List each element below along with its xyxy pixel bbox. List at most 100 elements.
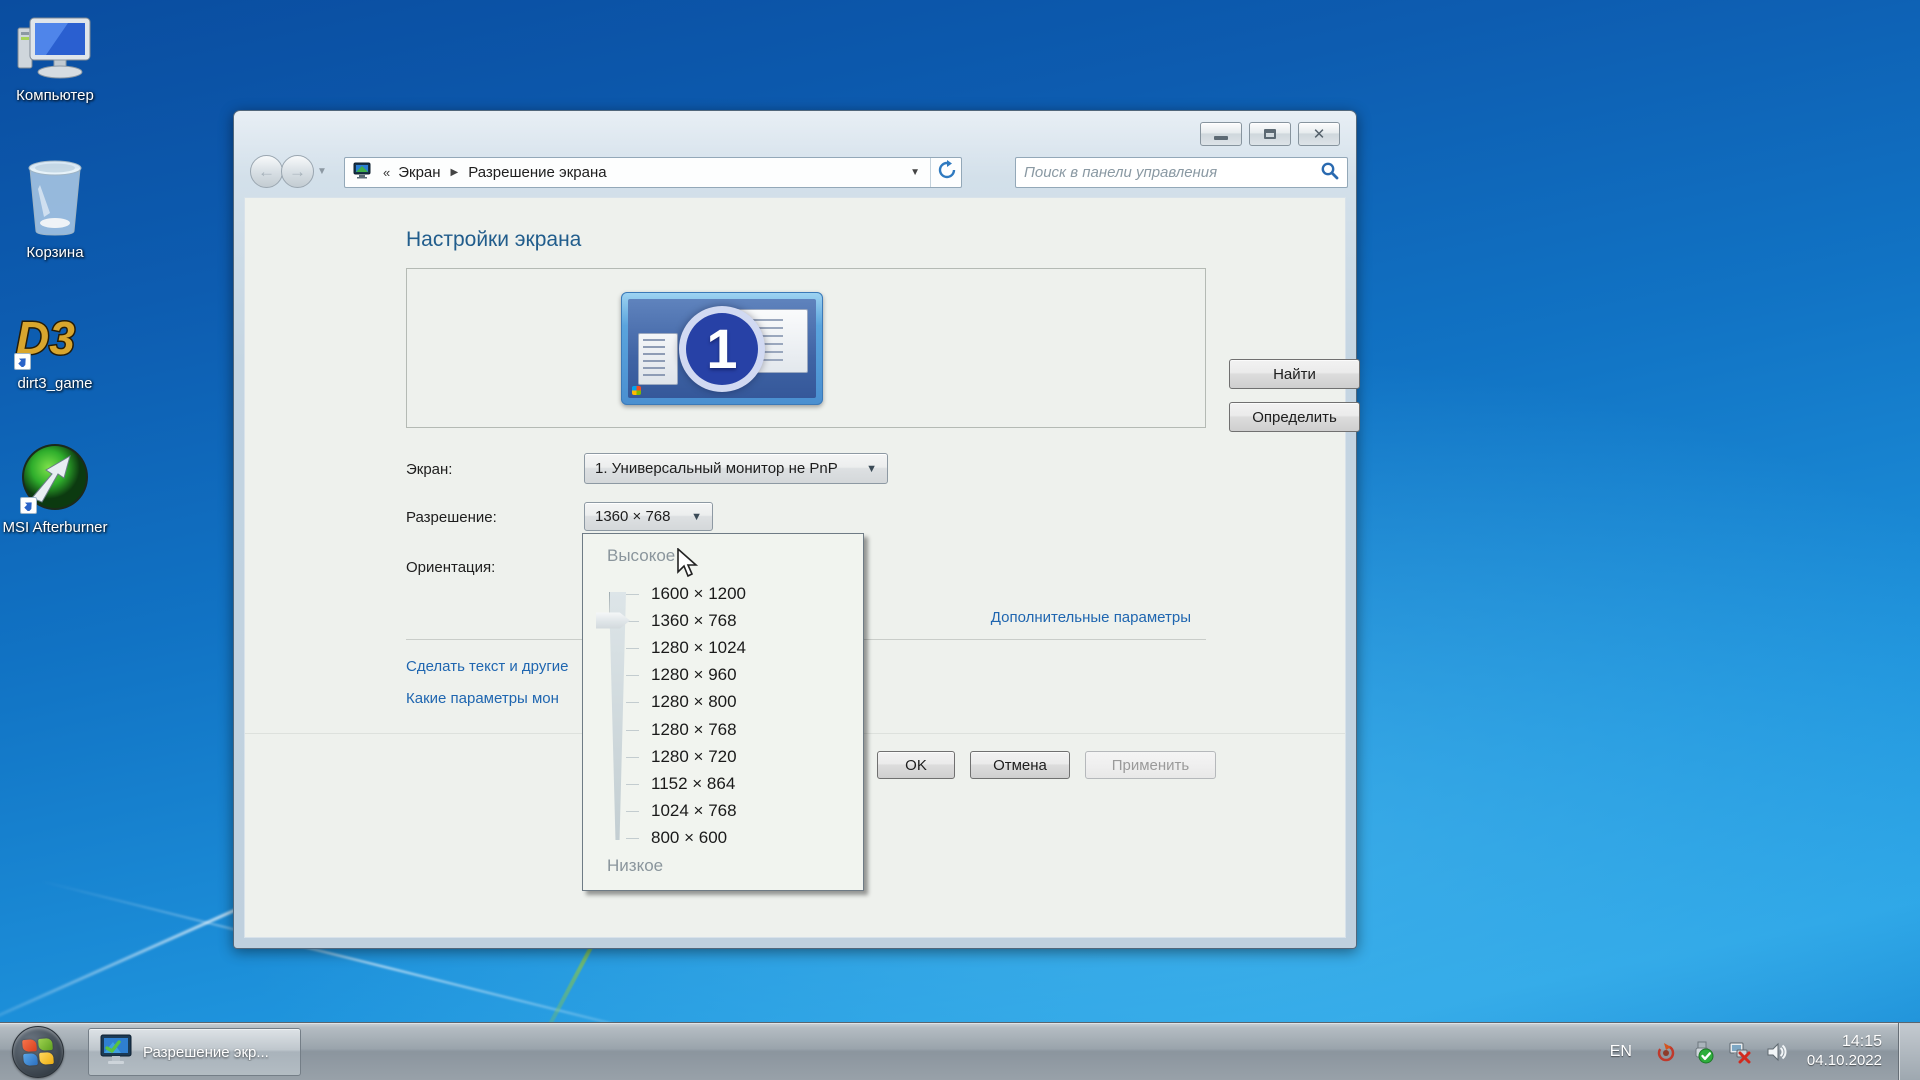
computer-icon — [16, 10, 94, 82]
breadcrumb-separator-icon: ▶ — [451, 167, 459, 178]
tick-mark — [626, 811, 639, 812]
resolution-label: Разрешение: — [406, 509, 497, 526]
monitor-number: 1 — [706, 321, 737, 377]
display-app-icon — [99, 1034, 133, 1071]
search-icon[interactable] — [1320, 161, 1339, 185]
recent-pages-chevron-icon[interactable]: ▼ — [317, 166, 327, 177]
taskbar: Разрешение экр... EN — [0, 1022, 1920, 1080]
resolution-low-label: Низкое — [607, 856, 663, 876]
resolution-select[interactable]: 1360 × 768 ▼ — [584, 502, 713, 531]
apply-button[interactable]: Применить — [1085, 751, 1216, 779]
tray-icons — [1654, 1040, 1789, 1064]
resolution-option-label: 1024 × 768 — [651, 801, 737, 821]
mini-start-icon — [632, 386, 641, 395]
resolution-option-label: 1280 × 768 — [651, 720, 737, 740]
resolution-high-label: Высокое — [607, 546, 675, 566]
tick-mark — [626, 730, 639, 731]
tick-mark — [626, 784, 639, 785]
monitor-preview-panel: 1 Найти Определить — [406, 268, 1206, 428]
clock[interactable]: 14:15 04.10.2022 — [1807, 1032, 1882, 1071]
desktop-icon-label: dirt3_game — [17, 374, 92, 393]
time-label: 14:15 — [1807, 1032, 1882, 1052]
chevron-down-icon: ▼ — [681, 511, 702, 523]
resolution-option[interactable]: 1280 × 960 — [583, 662, 863, 689]
display-label: Экран: — [406, 461, 452, 478]
address-dropdown-icon[interactable]: ▼ — [910, 167, 920, 178]
ok-button[interactable]: OK — [877, 751, 955, 779]
search-input[interactable] — [1024, 164, 1320, 181]
resolution-option[interactable]: 1152 × 864 — [583, 770, 863, 797]
desktop-icon-computer[interactable]: Компьютер — [0, 10, 110, 105]
show-desktop-button[interactable] — [1898, 1023, 1920, 1080]
resolution-option-label: 1280 × 800 — [651, 692, 737, 712]
tick-mark — [626, 594, 639, 595]
page-title: Настройки экрана — [406, 228, 581, 252]
nav-buttons: ← → ▼ — [250, 155, 327, 188]
display-icon — [353, 162, 371, 184]
back-button[interactable]: ← — [250, 155, 283, 188]
search-field — [1015, 157, 1348, 188]
resolution-select-value: 1360 × 768 — [595, 508, 671, 525]
resolution-option-label: 1280 × 1024 — [651, 638, 746, 658]
display-select[interactable]: 1. Универсальный монитор не PnP ▼ — [584, 453, 888, 484]
mouse-cursor — [676, 548, 702, 583]
shortcut-arrow-icon — [14, 353, 31, 370]
close-icon: ✕ — [1313, 127, 1326, 142]
monitor-preview[interactable]: 1 — [621, 292, 823, 405]
resolution-option[interactable]: 800 × 600 — [583, 825, 863, 852]
network-disconnected-icon[interactable] — [1728, 1040, 1752, 1064]
cancel-button[interactable]: Отмена — [970, 751, 1070, 779]
refresh-icon[interactable] — [937, 160, 957, 185]
minimize-button[interactable] — [1200, 122, 1242, 146]
monitor-number-badge: 1 — [679, 306, 765, 392]
display-select-value: 1. Универсальный монитор не PnP — [595, 460, 838, 477]
start-button[interactable] — [12, 1026, 64, 1078]
mini-window-icon — [638, 333, 678, 385]
forward-arrow-icon: → — [289, 162, 306, 182]
desktop-icon-label: Корзина — [26, 243, 83, 262]
resolution-option[interactable]: 1280 × 800 — [583, 689, 863, 716]
date-label: 04.10.2022 — [1807, 1052, 1882, 1071]
desktop-icon-msi-afterburner[interactable]: MSI Afterburner — [0, 440, 110, 537]
system-tray: EN — [1610, 1023, 1920, 1080]
window-controls: ✕ — [1200, 122, 1340, 146]
breadcrumb-item-resolution[interactable]: Разрешение экрана — [466, 164, 608, 181]
breadcrumb-overflow-chevrons[interactable]: « — [383, 165, 390, 180]
desktop-icon-recycle-bin[interactable]: Корзина — [0, 155, 110, 262]
advanced-settings-link[interactable]: Дополнительные параметры — [991, 609, 1191, 626]
chevron-down-icon: ▼ — [856, 463, 877, 475]
resolution-dropdown-list: Высокое 1600 × 1200 1360 × 768 1280 × 10… — [582, 533, 864, 891]
resolution-option[interactable]: 1024 × 768 — [583, 798, 863, 825]
find-button[interactable]: Найти — [1229, 359, 1360, 389]
resolution-option-label: 1360 × 768 — [651, 611, 737, 631]
breadcrumb: « Экран ▶ Разрешение экрана ▼ — [344, 157, 962, 188]
dirt3-game-icon: D3 — [12, 308, 98, 370]
msi-afterburner-icon — [18, 440, 92, 514]
minimize-icon — [1214, 136, 1228, 140]
afterburner-tray-icon[interactable] — [1654, 1040, 1678, 1064]
volume-icon[interactable] — [1765, 1040, 1789, 1064]
resolution-option-label: 1280 × 960 — [651, 665, 737, 685]
make-text-larger-link[interactable]: Сделать текст и другие — [406, 658, 569, 675]
close-button[interactable]: ✕ — [1298, 122, 1340, 146]
resolution-option[interactable]: 1280 × 768 — [583, 716, 863, 743]
recycle-bin-icon — [22, 155, 88, 239]
what-display-settings-link[interactable]: Какие параметры мон — [406, 690, 559, 707]
navigation-bar: ← → ▼ « Экран ▶ Разрешение экрана ▼ — [234, 149, 1356, 197]
forward-button[interactable]: → — [281, 155, 314, 188]
breadcrumb-item-screen[interactable]: Экран — [396, 164, 442, 181]
resolution-option[interactable]: 1600 × 1200 — [583, 580, 863, 607]
desktop-icon-dirt3-game[interactable]: D3 dirt3_game — [0, 308, 110, 393]
maximize-button[interactable] — [1249, 122, 1291, 146]
monitor-screen-graphic: 1 — [628, 299, 816, 398]
resolution-option[interactable]: 1280 × 1024 — [583, 634, 863, 661]
resolution-option[interactable]: 1280 × 720 — [583, 743, 863, 770]
desktop-icon-label: Компьютер — [16, 86, 94, 105]
resolution-option-label: 1152 × 864 — [651, 774, 735, 794]
resolution-option-label: 800 × 600 — [651, 828, 727, 848]
resolution-option-label: 1600 × 1200 — [651, 584, 746, 604]
taskbar-app-screen-resolution[interactable]: Разрешение экр... — [88, 1028, 301, 1076]
usb-safely-remove-icon[interactable] — [1691, 1040, 1715, 1064]
identify-button[interactable]: Определить — [1229, 402, 1360, 432]
language-indicator[interactable]: EN — [1610, 1043, 1632, 1061]
